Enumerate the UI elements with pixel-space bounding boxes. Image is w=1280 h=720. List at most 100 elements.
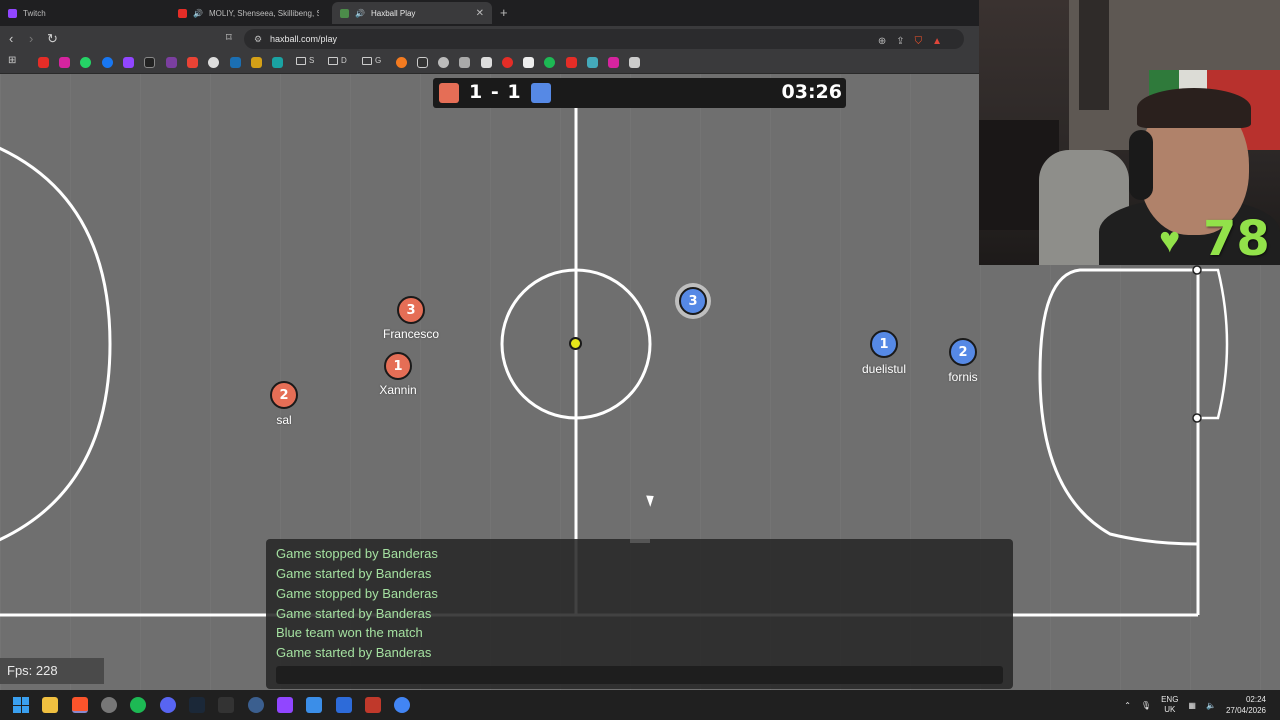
youtube-bookmark-icon[interactable]: [38, 57, 49, 68]
spotify-icon[interactable]: [130, 697, 146, 713]
bookmark-icon[interactable]: [272, 57, 283, 68]
bookmark-icon[interactable]: [438, 57, 449, 68]
url-input[interactable]: ⚙ haxball.com/play ⊕ ⇪ ⛉ ▲: [244, 29, 964, 49]
app-icon[interactable]: [248, 697, 264, 713]
ball: [569, 337, 582, 350]
left-penalty-arc: [0, 146, 112, 542]
folder-icon: [328, 56, 338, 65]
speaker-icon: 🔊: [355, 8, 365, 18]
url-text: haxball.com/play: [270, 34, 338, 44]
bookmark-icon[interactable]: [608, 57, 619, 68]
bookmarks-bar: ⊞ S D G: [0, 52, 980, 74]
url-actions: ⊕ ⇪ ⛉ ▲: [878, 32, 942, 52]
bookmark-folder[interactable]: S: [296, 56, 314, 65]
chat-message: Blue team won the match: [276, 625, 423, 640]
bookmark-icon[interactable]: [587, 57, 598, 68]
tab-haxball[interactable]: 🔊 Haxball Play ✕: [332, 2, 492, 24]
chat-message: Game started by Banderas: [276, 606, 432, 621]
apps-grid-icon[interactable]: ⊞: [8, 55, 19, 66]
new-tab-button[interactable]: +: [500, 5, 508, 20]
bookmark-icon[interactable]: [502, 57, 513, 68]
webcam-hair: [1137, 88, 1251, 128]
chrome-icon[interactable]: [394, 697, 410, 713]
bookmark-icon[interactable]: [417, 57, 428, 68]
tab-twitch[interactable]: Twitch: [0, 2, 170, 24]
headphone-icon: [1129, 130, 1153, 200]
bookmark-icon[interactable]: [251, 57, 262, 68]
youtube-icon: [178, 8, 187, 18]
app-icon[interactable]: [218, 697, 234, 713]
discord-icon[interactable]: [160, 697, 176, 713]
bookmark-icon[interactable]: [396, 57, 407, 68]
webcam-overlay: ♥ 78: [979, 0, 1280, 265]
right-goal-net: [1198, 268, 1229, 420]
tab-youtube[interactable]: 🔊 MOLIY, Shenseea, Skillibeng, Silent: [170, 2, 332, 24]
settings-icon[interactable]: [101, 697, 117, 713]
close-tab-icon[interactable]: ✕: [476, 8, 484, 19]
bookmark-icon[interactable]: [629, 57, 640, 68]
bookmark-icon[interactable]: [230, 57, 241, 68]
forward-button[interactable]: ›: [29, 31, 33, 46]
app-icon[interactable]: [306, 697, 322, 713]
chevron-up-icon[interactable]: ⌃: [1124, 701, 1131, 710]
brave-shield-icon[interactable]: ⛉: [915, 32, 923, 52]
haxball-icon: [340, 8, 349, 18]
file-explorer-icon[interactable]: [42, 697, 58, 713]
microphone-icon[interactable]: 🎙: [1141, 701, 1151, 710]
player-name: fornis: [948, 370, 978, 384]
folder-icon: [362, 56, 372, 65]
bookmark-icon[interactable]: [544, 57, 555, 68]
bookmark-icon[interactable]: [523, 57, 534, 68]
steam-icon[interactable]: [189, 697, 205, 713]
bookmark-folder[interactable]: D: [328, 56, 347, 65]
chat-panel: Game stopped by Banderas Game started by…: [266, 539, 1013, 689]
app-icon[interactable]: [365, 697, 381, 713]
twitch-icon[interactable]: [277, 697, 293, 713]
brave-browser-icon[interactable]: [72, 697, 88, 713]
tab-title: Twitch: [23, 8, 46, 18]
whatsapp-bookmark-icon[interactable]: [80, 57, 91, 68]
folder-icon: [296, 56, 306, 65]
app-icon[interactable]: [336, 697, 352, 713]
clock[interactable]: 02:24 27/04/2026: [1226, 694, 1266, 716]
instagram-bookmark-icon[interactable]: [59, 57, 70, 68]
zoom-icon[interactable]: ⊕: [878, 32, 886, 52]
reload-button[interactable]: ↻: [47, 31, 58, 47]
chat-message: Game started by Banderas: [276, 566, 432, 581]
red-team-indicator: [439, 83, 459, 103]
own-player-disc: 3: [679, 287, 707, 315]
twitch-bookmark-icon[interactable]: [123, 57, 134, 68]
x-bookmark-icon[interactable]: [144, 57, 155, 68]
heart-rate-count: 78: [1203, 211, 1270, 265]
bookmark-icon[interactable]: [459, 57, 470, 68]
player-name: Xannin: [379, 383, 417, 397]
brave-rewards-icon[interactable]: ▲: [932, 32, 942, 52]
chat-resize-handle[interactable]: [630, 539, 650, 543]
system-tray: ⌃ 🎙 ENG UK ▦ 🔈 02:24 27/04/2026: [1124, 694, 1266, 716]
share-icon[interactable]: ⇪: [896, 32, 904, 52]
bookmark-icon[interactable]: ⌑: [226, 31, 232, 44]
back-button[interactable]: ‹: [9, 31, 13, 46]
bookmark-icon[interactable]: [481, 57, 492, 68]
language-indicator[interactable]: ENG UK: [1161, 695, 1178, 715]
bookmark-icon[interactable]: [566, 57, 577, 68]
facebook-bookmark-icon[interactable]: [102, 57, 113, 68]
match-timer: 03:26: [781, 81, 842, 103]
github-bookmark-icon[interactable]: [208, 57, 219, 68]
speaker-icon: 🔊: [193, 8, 203, 18]
red-player-disc: 1: [384, 352, 412, 380]
player-name: sal: [276, 413, 292, 427]
windows-start-icon[interactable]: [13, 697, 29, 713]
bookmark-folder[interactable]: G: [362, 56, 381, 65]
blue-player-disc: 1: [870, 330, 898, 358]
chat-input[interactable]: [276, 666, 1003, 684]
network-icon[interactable]: ▦: [1188, 701, 1196, 710]
windows-taskbar: ⌃ 🎙 ENG UK ▦ 🔈 02:24 27/04/2026: [0, 690, 1280, 720]
site-info-icon[interactable]: ⚙: [254, 29, 262, 49]
bookmark-icon[interactable]: [166, 57, 177, 68]
chat-message: Game started by Banderas: [276, 645, 432, 660]
blue-player-disc: 2: [949, 338, 977, 366]
gmail-bookmark-icon[interactable]: [187, 57, 198, 68]
player-name: Francesco: [382, 327, 440, 341]
volume-icon[interactable]: 🔈: [1206, 701, 1216, 710]
